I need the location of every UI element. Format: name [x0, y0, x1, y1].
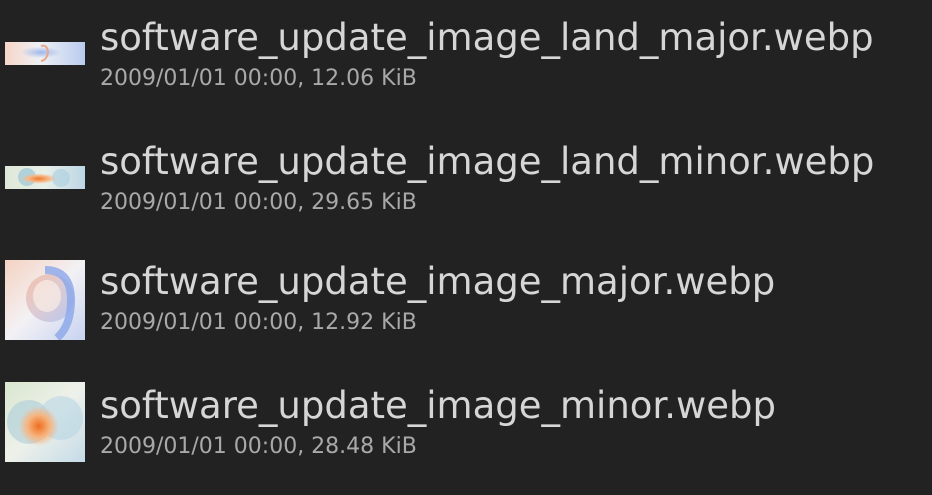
thumbnail — [4, 42, 86, 65]
thumbnail — [4, 166, 86, 189]
portrait-major-thumbnail-icon — [5, 260, 85, 340]
portrait-minor-thumbnail-icon — [5, 382, 85, 462]
list-item[interactable]: software_update_image_major.webp 2009/01… — [0, 250, 932, 372]
file-list: software_update_image_land_major.webp 20… — [0, 0, 932, 495]
file-meta: 2009/01/01 00:00, 28.48 KiB — [100, 434, 417, 459]
file-name: software_update_image_major.webp — [100, 260, 776, 303]
file-name: software_update_image_land_minor.webp — [100, 140, 875, 183]
file-meta: 2009/01/01 00:00, 12.06 KiB — [100, 66, 417, 91]
file-name: software_update_image_minor.webp — [100, 384, 776, 427]
thumbnail — [4, 382, 86, 462]
file-meta: 2009/01/01 00:00, 12.92 KiB — [100, 310, 417, 335]
file-meta: 2009/01/01 00:00, 29.65 KiB — [100, 190, 417, 215]
list-item[interactable]: software_update_image_minor.webp 2009/01… — [0, 372, 932, 494]
landscape-major-thumbnail-icon — [5, 42, 85, 65]
landscape-minor-thumbnail-icon — [5, 166, 85, 189]
thumbnail — [4, 260, 86, 340]
file-name: software_update_image_land_major.webp — [100, 16, 874, 59]
list-item[interactable]: software_update_image_land_major.webp 20… — [0, 0, 932, 122]
list-item[interactable]: software_update_image_land_minor.webp 20… — [0, 122, 932, 244]
